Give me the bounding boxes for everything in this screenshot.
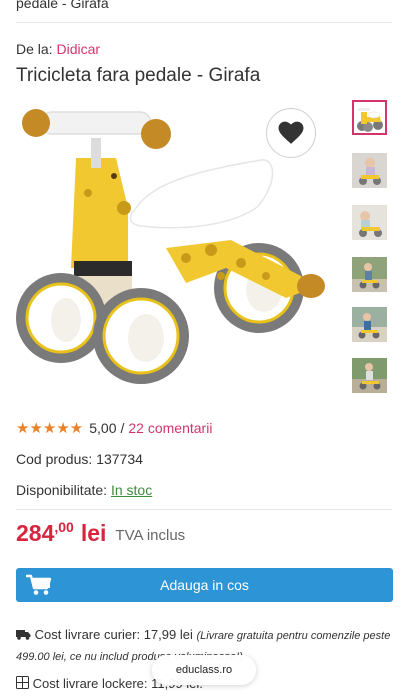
thumbnail-5[interactable] [352, 307, 387, 342]
front-wheel-front [93, 288, 189, 384]
availability: Disponibilitate: In stoc [16, 482, 152, 498]
thumbnail-image [352, 205, 387, 240]
thumbnail-image [352, 153, 387, 188]
seller-link[interactable]: Didicar [56, 41, 100, 57]
seller-line: De la: Didicar [16, 41, 100, 57]
breadcrumb[interactable]: pedale - Girafa [16, 0, 109, 11]
divider [16, 22, 392, 23]
thumbnail-4[interactable] [352, 257, 387, 292]
product-code: Cod produs: 137734 [16, 451, 143, 467]
reviews-link[interactable]: 22 comentarii [128, 420, 212, 436]
price-currency: lei [80, 520, 107, 546]
wishlist-button[interactable] [266, 108, 316, 158]
rating-row: ★★★★★ 5,00 / 22 comentarii [16, 419, 212, 437]
thumbnail-2[interactable] [352, 153, 387, 188]
vat-note: TVA inclus [115, 527, 186, 544]
price-integer: 284 [16, 520, 55, 546]
page-title: Tricicleta fara pedale - Girafa [16, 65, 261, 86]
locker-icon [16, 676, 29, 689]
thumbnail-3[interactable] [352, 205, 387, 240]
browser-url-pill[interactable]: educlass.ro [152, 655, 256, 685]
code-value: 137734 [96, 451, 143, 467]
star-icon: ★★★★★ [16, 420, 84, 437]
divider [16, 509, 392, 510]
front-wheel-back [16, 273, 106, 363]
availability-value: In stoc [110, 482, 153, 498]
add-to-cart-button[interactable]: Adauga in cos [16, 568, 393, 602]
rating-value: 5,00 [89, 420, 117, 436]
seller-label: De la: [16, 41, 53, 57]
thumbnail-6[interactable] [352, 358, 387, 393]
rating-separator: / [120, 420, 125, 436]
add-to-cart-label: Adauga in cos [160, 577, 249, 593]
truck-icon [16, 630, 31, 640]
cart-icon [26, 574, 52, 595]
thumbnail-image [354, 102, 385, 133]
thumbnail-image [352, 307, 387, 342]
price: 284 ,00 lei TVA inclus [16, 516, 185, 556]
heart-icon [278, 121, 304, 144]
price-decimals: ,00 [54, 519, 74, 535]
thumbnail-1[interactable] [352, 100, 387, 135]
code-label: Cod produs: [16, 451, 93, 467]
courier-label: Cost livrare curier: 17,99 lei [34, 627, 193, 642]
availability-label: Disponibilitate: [16, 482, 108, 498]
thumbnail-image [352, 358, 387, 393]
thumbnail-image [352, 257, 387, 292]
